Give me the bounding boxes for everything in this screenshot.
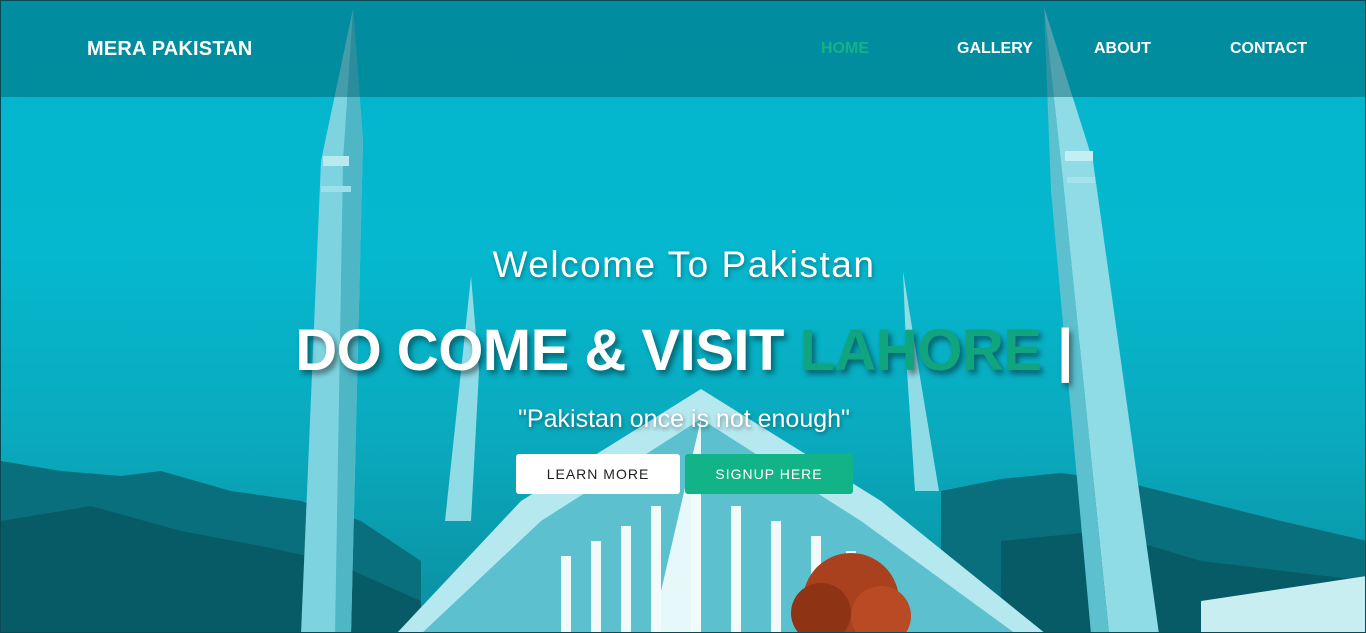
headline-prefix: DO COME & VISIT: [295, 318, 800, 383]
welcome-heading: Welcome To Pakistan: [492, 244, 876, 285]
signup-button[interactable]: SIGNUP HERE: [685, 454, 853, 494]
hero-content: Welcome To Pakistan DO COME & VISIT LAHO…: [1, 1, 1365, 632]
hero-tagline: "Pakistan once is not enough": [518, 405, 850, 433]
headline-city: LAHORE: [799, 318, 1042, 383]
learn-more-button[interactable]: LEARN MORE: [516, 454, 680, 494]
hero-section: MERA PAKISTAN HOME GALLERY ABOUT CONTACT…: [0, 0, 1366, 633]
hero-headline: DO COME & VISIT LAHORE |: [1, 317, 1365, 384]
typing-cursor: |: [1041, 318, 1073, 383]
